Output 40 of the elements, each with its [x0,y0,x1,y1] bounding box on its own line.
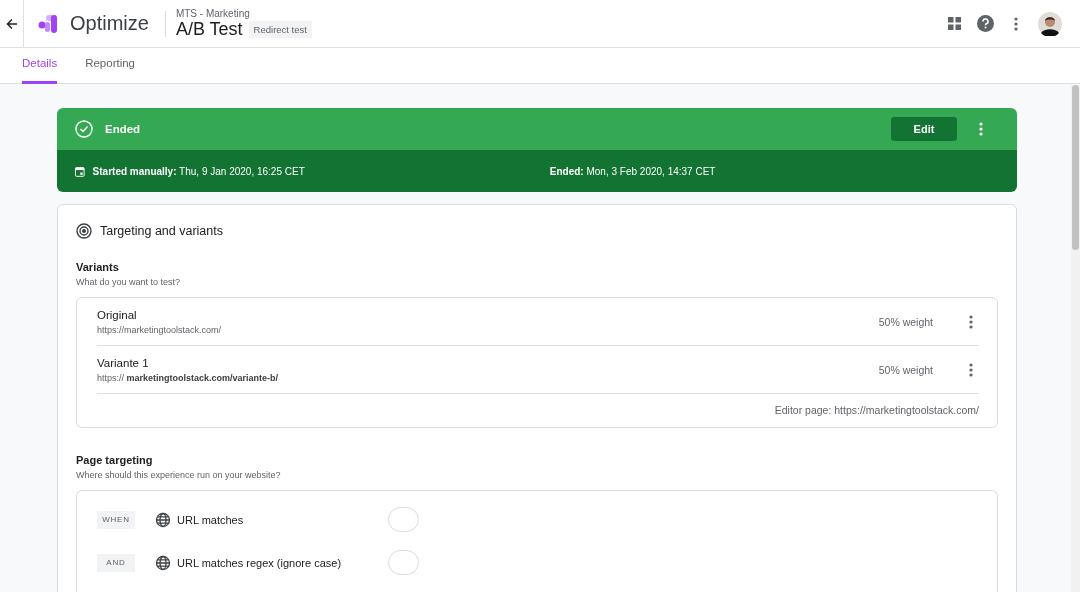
globe-icon [155,554,171,571]
editor-page-url: Editor page: https://marketingtoolstack.com/ [774,403,979,418]
calendar-icon [75,165,85,177]
logo-icon [38,13,58,34]
variant-url: https:// marketingtoolstack.com/variante-b/ [97,372,279,383]
variant-weight: 50% weight [878,363,933,376]
more-icon [1014,16,1018,31]
tab[interactable]: Reporting [85,48,136,84]
more-icon [969,362,973,377]
variant-url: https://marketingtoolstack.com/ [97,324,222,335]
rule-condition: URL matches regex (ignore case) [177,556,343,569]
experiment-title: A/B Test [175,18,243,40]
check-circle-icon [75,120,93,138]
card-title: Targeting and variants [100,224,223,238]
experiment-type-badge: Redirect test [248,20,312,38]
variant-name: Variante 1 [97,356,150,369]
container-name: MTS - Marketing [175,7,251,19]
more-icon [979,122,983,136]
variant-name: Original [97,308,138,321]
section-subtitle: What do you want to test? [76,277,182,287]
more-icon [969,314,973,329]
rule-condition: URL matches [177,513,245,526]
operator-label: AND [97,553,135,572]
operator-label: WHEN [97,510,135,529]
start-date: Started manually: Thu, 9 Jan 2020, 16:25 CET [92,165,306,177]
globe-icon [155,511,171,528]
end-date: Ended: Mon, 3 Feb 2020, 14:37 CET [549,165,717,177]
tab[interactable]: Details [22,48,58,84]
variant-weight: 50% weight [878,315,933,328]
app-name: Optimize [70,12,149,35]
back-arrow-icon [5,17,18,30]
status-label: Ended [105,123,141,135]
edit-button[interactable]: Edit [891,117,957,141]
scrollbar-thumb[interactable] [1072,85,1079,250]
target-icon [76,223,92,239]
section-heading: Variants [76,261,120,273]
section-heading: Page targeting [76,454,154,466]
section-subtitle: Where should this experience run on your website? [76,470,282,480]
avatar-icon[interactable] [1038,11,1062,36]
help-icon[interactable] [976,13,994,34]
